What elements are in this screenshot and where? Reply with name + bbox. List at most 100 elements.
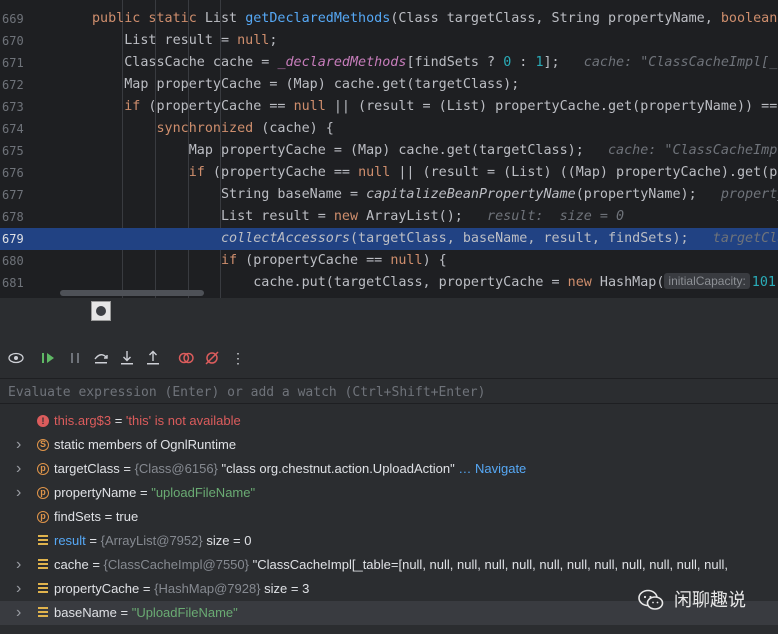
error-icon: ! [37,415,49,427]
chevron-right-icon[interactable]: › [16,553,28,577]
local-variable-icon [37,534,49,547]
code-line[interactable]: 678 List result = new ArrayList(); resul… [0,206,778,228]
line-number[interactable]: 680 [0,250,38,272]
chevron-right-icon[interactable]: › [16,457,28,481]
chevron-right-icon[interactable]: › [16,577,28,601]
step-into-icon[interactable] [118,349,136,367]
line-number[interactable]: 673 [0,96,38,118]
code-text: collectAccessors(targetClass, baseName, … [221,231,778,246]
code-line[interactable]: 676 if (propertyCache == null || (result… [0,162,778,184]
chevron-right-icon[interactable]: › [16,433,28,457]
variable-row[interactable]: ! this.arg$3 = 'this' is not available [0,409,778,433]
variable-value: true [115,509,139,524]
variable-text: findSets = true [54,505,138,529]
code-line[interactable]: 675 Map propertyCache = (Map) cache.get(… [0,140,778,162]
variable-equals: = [119,461,135,476]
evaluate-expression-bar[interactable] [0,378,778,404]
line-number[interactable]: 676 [0,162,38,184]
resume-icon[interactable] [39,349,57,367]
line-number[interactable]: 677 [0,184,38,206]
code-text: if (propertyCache == null) { [221,253,447,268]
variable-value: "class org.chestnut.action.UploadAction" [221,461,455,476]
variable-equals: = [116,605,132,620]
variable-type: {ClassCacheImpl@7550} [103,557,253,572]
variable-equals: = [88,557,104,572]
variable-name: result [54,533,86,548]
variable-name: propertyName [54,485,137,500]
line-number[interactable]: 675 [0,140,38,162]
floating-action-button[interactable] [91,301,111,321]
line-number[interactable]: 672 [0,74,38,96]
variable-value: size = 3 [264,581,310,596]
code-editor[interactable]: 669 public static List getDeclaredMethods… [0,0,778,298]
parameter-icon: p [37,511,49,523]
line-number[interactable]: 669 [0,8,38,30]
variable-type: {ArrayList@7952} [100,533,207,548]
variable-row[interactable]: › p propertyName = "uploadFileName" [0,481,778,505]
code-text: public static List getDeclaredMethods(Cl… [92,11,778,26]
variable-value: "UploadFileName" [131,605,238,620]
code-text: String baseName = capitalizeBeanProperty… [92,187,778,202]
variable-row[interactable]: › p targetClass = {Class@6156} "class org.… [0,457,778,481]
variable-type: {Class@6156} [134,461,222,476]
code-text: if (propertyCache == null || (result = (… [124,99,778,114]
code-text: Map propertyCache = (Map) cache.get(targ… [92,143,778,158]
code-line[interactable]: 669 public static List getDeclaredMethods… [0,8,778,30]
code-text: Map propertyCache = (Map) cache.get(targ… [92,77,520,92]
variable-equals: = [100,509,116,524]
navigate-link[interactable]: … Navigate [455,461,526,476]
chevron-right-icon[interactable]: › [16,601,28,625]
code-line[interactable]: 679 collectAccessors(targetClass, baseNa… [0,228,778,250]
evaluate-expression-input[interactable] [6,381,770,403]
variable-value: 'this' is not available [125,413,241,428]
code-line[interactable]: 674 synchronized (cache) { [0,118,778,140]
code-text: List result = new ArrayList(); result: s… [92,209,625,224]
variable-name: propertyCache [54,581,140,596]
parameter-icon: p [37,487,49,499]
watermark-text: 闲聊趣说 [674,590,746,610]
chevron-right-icon[interactable]: › [16,481,28,505]
step-over-icon[interactable] [92,349,110,367]
code-line[interactable]: 677 String baseName = capitalizeBeanProp… [0,184,778,206]
variable-text: result = {ArrayList@7952} size = 0 [54,529,252,553]
variable-name: baseName [54,605,117,620]
code-line[interactable]: 670 List result = null; [0,30,778,52]
mute-breakpoints-icon[interactable] [203,349,221,367]
line-number[interactable]: 670 [0,30,38,52]
code-line[interactable]: 680 if (propertyCache == null) { [0,250,778,272]
variable-name: this.arg$3 [54,413,112,428]
variable-name: cache [54,557,89,572]
line-number[interactable]: 674 [0,118,38,140]
variable-value: "uploadFileName" [151,485,256,500]
record-icon [96,306,106,316]
view-breakpoints-icon[interactable] [177,349,195,367]
variable-row[interactable]: › cache = {ClassCacheImpl@7550} "ClassCac… [0,553,778,577]
pause-icon[interactable] [66,349,84,367]
variable-row[interactable]: result = {ArrayList@7952} size = 0 [0,529,778,553]
line-number[interactable]: 681 [0,272,38,294]
variable-row[interactable]: › Sstatic members of OgnlRuntime [0,433,778,457]
variable-name: findSets [54,509,101,524]
horizontal-scrollbar[interactable] [60,290,204,296]
parameter-icon: p [37,463,49,475]
local-variable-icon [37,558,49,571]
eye-icon[interactable] [7,349,25,367]
variable-text: targetClass = {Class@6156} "class org.ch… [54,457,526,481]
line-number[interactable]: 671 [0,52,38,74]
variable-value: size = 0 [206,533,252,548]
variable-equals: = [139,581,155,596]
code-line[interactable]: 672 Map propertyCache = (Map) cache.get(… [0,74,778,96]
variable-text: propertyName = "uploadFileName" [54,481,255,505]
variable-equals: members of OgnlRuntime [84,437,237,452]
code-line[interactable]: 671 ClassCache cache = _declaredMethods[… [0,52,778,74]
step-out-icon[interactable] [144,349,162,367]
variable-type: {HashMap@7928} [154,581,265,596]
variable-text: static members of OgnlRuntime [54,433,236,457]
line-number[interactable]: 679 [0,228,38,250]
code-text: if (propertyCache == null || (result = (… [188,165,778,180]
code-line[interactable]: 673 if (propertyCache == null || (result… [0,96,778,118]
variable-text: propertyCache = {HashMap@7928} size = 3 [54,577,309,601]
line-number[interactable]: 678 [0,206,38,228]
variable-row[interactable]: p findSets = true [0,505,778,529]
more-icon[interactable]: ⋮ [229,349,247,367]
